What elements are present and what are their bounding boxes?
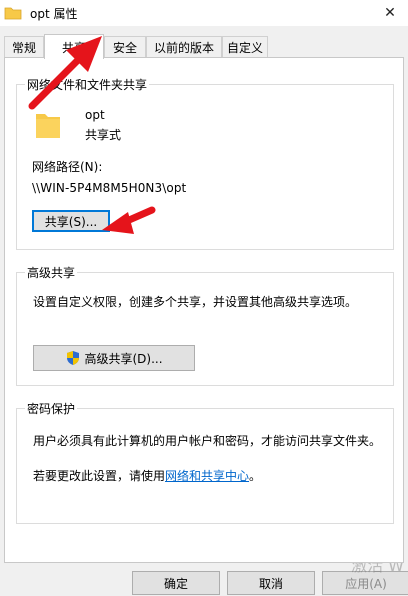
password-change-text: 若要更改此设置，请使用网络和共享中心。: [33, 467, 261, 484]
advanced-sharing-legend: 高级共享: [27, 266, 76, 280]
tab-label: 安全: [112, 41, 137, 55]
uac-shield-icon: [67, 351, 80, 365]
network-path-label: 网络路径(N):: [32, 160, 103, 174]
ok-button-label: 确定: [163, 576, 188, 591]
close-button[interactable]: ✕: [380, 3, 400, 23]
share-name: opt: [85, 108, 105, 122]
tab-general[interactable]: 常规: [4, 36, 44, 58]
password-protection-description: 用户必须具有此计算机的用户帐户和密码，才能访问共享文件夹。: [33, 434, 382, 448]
tab-strip: 常规 共享 安全 以前的版本 自定义: [0, 34, 408, 59]
cancel-button[interactable]: 取消: [227, 571, 315, 595]
tab-sharing[interactable]: 共享: [44, 34, 104, 59]
share-button-label: 共享(S)...: [44, 214, 98, 229]
folder-icon: [4, 7, 22, 20]
tab-label: 共享: [61, 40, 86, 55]
password-protection-legend: 密码保护: [27, 402, 76, 416]
network-sharing-center-link[interactable]: 网络和共享中心: [165, 469, 249, 483]
network-path-value[interactable]: \\WIN-5P4M8M5H0N3\opt: [32, 181, 186, 195]
tab-customize[interactable]: 自定义: [222, 36, 268, 58]
tab-label: 常规: [11, 41, 36, 55]
password-change-prefix: 若要更改此设置，请使用: [33, 469, 166, 483]
advanced-sharing-description: 设置自定义权限，创建多个共享，并设置其他高级共享选项。: [33, 295, 358, 309]
cancel-button-label: 取消: [258, 576, 283, 591]
tab-label: 自定义: [226, 41, 263, 55]
advanced-sharing-button-label: 高级共享(D)...: [84, 351, 163, 366]
tab-previous-versions[interactable]: 以前的版本: [146, 36, 222, 58]
share-state: 共享式: [85, 128, 122, 142]
advanced-sharing-button[interactable]: 高级共享(D)...: [33, 345, 195, 371]
network-sharing-legend: 网络文件和文件夹共享: [27, 78, 148, 92]
password-protection-group: 密码保护: [16, 400, 394, 524]
folder-icon: [36, 114, 60, 138]
tab-label: 以前的版本: [153, 41, 214, 55]
title-bar: opt 属性 ✕: [0, 0, 408, 26]
close-icon: ✕: [384, 5, 396, 21]
window-title: opt 属性: [30, 6, 78, 21]
ok-button[interactable]: 确定: [132, 571, 220, 595]
password-change-suffix: 。: [249, 469, 262, 483]
sharing-panel: 网络文件和文件夹共享 opt 共享式 网络路径(N): \\WIN-5P4M8M…: [4, 57, 404, 563]
apply-button-label: 应用(A): [345, 576, 387, 591]
share-button[interactable]: 共享(S)...: [32, 210, 110, 232]
tab-security[interactable]: 安全: [104, 36, 146, 58]
